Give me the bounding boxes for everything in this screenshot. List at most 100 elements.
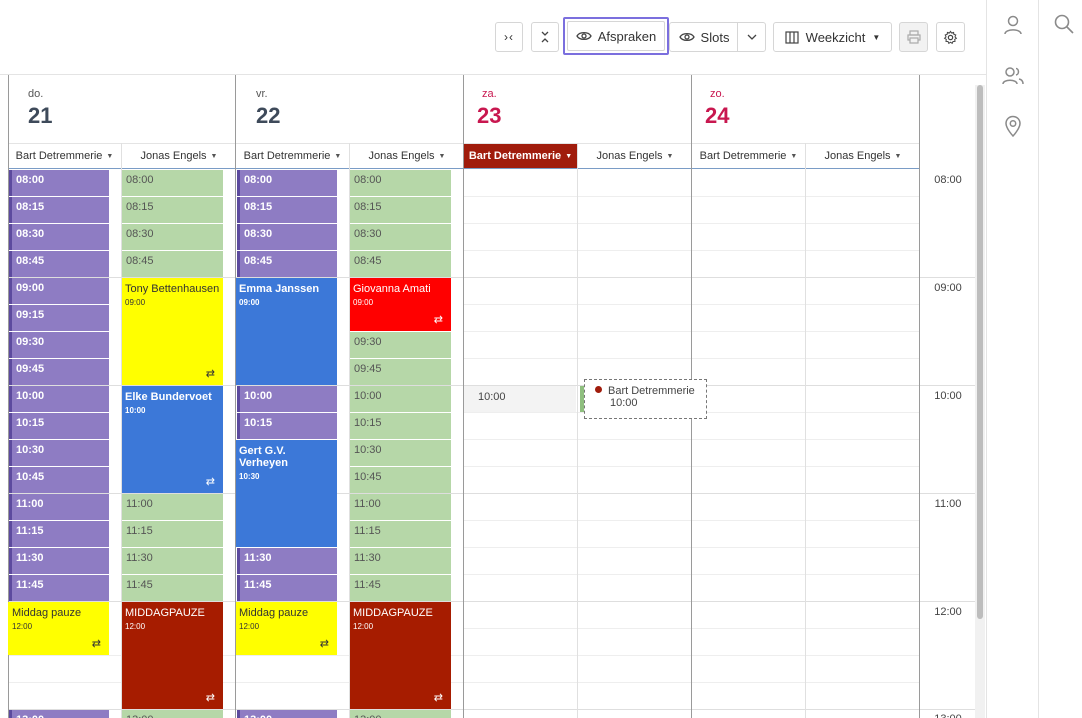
day-header-friday[interactable]: vr. 22 — [236, 75, 464, 143]
slot[interactable]: 13:00 — [237, 710, 337, 718]
slot[interactable]: 10:30 — [9, 440, 109, 466]
slot[interactable]: 08:45 — [9, 251, 109, 277]
slot[interactable]: 09:15 — [9, 305, 109, 331]
slot[interactable]: 08:30 — [9, 224, 109, 250]
user-button[interactable] — [1001, 13, 1025, 37]
slot[interactable]: 10:15 — [9, 413, 109, 439]
slot[interactable]: 10:15 — [350, 413, 451, 439]
slot[interactable]: 11:30 — [350, 548, 451, 574]
appointment-elke-bundervoet[interactable]: Elke Bundervoet 10:00 ⇄ — [122, 386, 223, 493]
vertical-scrollbar[interactable] — [975, 85, 985, 718]
grid-line — [464, 547, 920, 548]
slot[interactable]: 09:45 — [350, 359, 451, 385]
repeat-icon: ⇄ — [433, 692, 443, 704]
slot[interactable]: 11:45 — [122, 575, 223, 601]
slot[interactable]: 08:00 — [122, 170, 223, 196]
appointment-giovanna-amati[interactable]: Giovanna Amati 09:00 ⇄ — [350, 278, 451, 331]
slot[interactable]: 11:30 — [237, 548, 337, 574]
slot[interactable]: 08:30 — [122, 224, 223, 250]
columns-icon — [785, 30, 799, 44]
slot[interactable]: 11:15 — [350, 521, 451, 547]
users-button[interactable] — [1001, 64, 1025, 88]
resource-header-jonas-sat[interactable]: Jonas Engels ▼ — [578, 143, 692, 169]
grid-line — [464, 574, 920, 575]
resource-header-bart-thu[interactable]: Bart Detremmerie ▼ — [8, 143, 121, 169]
slot[interactable]: 08:30 — [237, 224, 337, 250]
appointment-emma-janssen[interactable]: Emma Janssen 09:00 — [236, 278, 337, 385]
slot[interactable]: 11:30 — [9, 548, 109, 574]
settings-button[interactable] — [936, 22, 965, 52]
appointment-middag-pauze[interactable]: Middag pauze 12:00 ⇄ — [8, 602, 109, 655]
appointment-gert-verheyen[interactable]: Gert G.V. Verheyen 10:30 — [236, 440, 337, 547]
slot[interactable]: 08:15 — [122, 197, 223, 223]
appointment-middagpauze[interactable]: MIDDAGPAUZE 12:00 ⇄ — [350, 602, 451, 709]
appointment-middagpauze[interactable]: MIDDAGPAUZE 12:00 ⇄ — [122, 602, 223, 709]
resource-header-jonas-thu[interactable]: Jonas Engels ▼ — [122, 143, 236, 169]
settings-icon — [943, 30, 958, 44]
slot[interactable]: 08:30 — [350, 224, 451, 250]
slot[interactable]: 10:00 — [350, 386, 451, 412]
appointment-title: Tony Bettenhausen — [125, 283, 220, 295]
slot[interactable]: 08:45 — [350, 251, 451, 277]
slot[interactable]: 08:45 — [122, 251, 223, 277]
scrollbar-thumb[interactable] — [977, 85, 983, 619]
expand-rows-button[interactable] — [531, 22, 559, 52]
slots-toggle-button[interactable]: Slots — [669, 22, 738, 52]
slot[interactable]: 11:45 — [350, 575, 451, 601]
view-select-button[interactable]: Weekzicht ▼ — [773, 22, 892, 52]
slots-dropdown-button[interactable] — [737, 22, 766, 52]
slot[interactable]: 10:15 — [237, 413, 337, 439]
slots-label: Slots — [700, 29, 730, 45]
slot[interactable]: 11:00 — [122, 494, 223, 520]
slot[interactable]: 09:30 — [9, 332, 109, 358]
collapse-columns-button[interactable]: ›‹ — [495, 22, 523, 52]
slot[interactable]: 13:00 — [9, 710, 109, 718]
appointment-time: 12:00 — [239, 622, 260, 631]
slot[interactable]: 11:45 — [9, 575, 109, 601]
resource-header-jonas-sun[interactable]: Jonas Engels ▼ — [806, 143, 920, 169]
slot[interactable]: 08:15 — [9, 197, 109, 223]
slot[interactable]: 08:45 — [237, 251, 337, 277]
grid-line — [464, 304, 920, 305]
resource-header-bart-sat[interactable]: Bart Detremmerie ▼ — [464, 143, 577, 169]
caret-down-icon: ▼ — [438, 152, 446, 160]
appointment-time: 09:00 — [125, 298, 146, 307]
slot[interactable]: 10:00 — [9, 386, 109, 412]
slot[interactable]: 11:00 — [9, 494, 109, 520]
slot[interactable]: 10:45 — [350, 467, 451, 493]
slot[interactable]: 11:30 — [122, 548, 223, 574]
slot[interactable]: 09:00 — [9, 278, 109, 304]
appointments-toggle-button[interactable]: Afspraken — [563, 17, 669, 55]
caret-down-icon: ▼ — [106, 152, 114, 160]
slot[interactable]: 09:45 — [9, 359, 109, 385]
location-button[interactable] — [1001, 114, 1025, 138]
slot[interactable]: 08:15 — [350, 197, 451, 223]
slot[interactable]: 10:00 — [237, 386, 337, 412]
print-button[interactable] — [899, 22, 928, 52]
slot[interactable]: 13:00 — [350, 710, 451, 718]
slot[interactable]: 10:30 — [350, 440, 451, 466]
slot[interactable]: 08:00 — [350, 170, 451, 196]
slot[interactable]: 11:15 — [9, 521, 109, 547]
day-header-saturday[interactable]: za. 23 — [464, 75, 692, 143]
drag-preview-tooltip: Bart Detremmerie 10:00 — [584, 379, 707, 419]
day-header-sunday[interactable]: zo. 24 — [692, 75, 920, 143]
slot[interactable]: 08:00 — [237, 170, 337, 196]
resource-header-bart-sun[interactable]: Bart Detremmerie ▼ — [692, 143, 805, 169]
slot[interactable]: 10:45 — [9, 467, 109, 493]
slot[interactable]: 08:15 — [237, 197, 337, 223]
appointment-middag-pauze[interactable]: Middag pauze 12:00 ⇄ — [236, 602, 337, 655]
slot[interactable]: 09:30 — [350, 332, 451, 358]
resource-header-bart-fri[interactable]: Bart Detremmerie ▼ — [236, 143, 349, 169]
slot[interactable]: 13:00 — [122, 710, 223, 718]
grid-line — [464, 358, 920, 359]
slot[interactable]: 11:15 — [122, 521, 223, 547]
hover-slot[interactable]: 10:00 — [464, 386, 576, 412]
slot[interactable]: 11:45 — [237, 575, 337, 601]
slot[interactable]: 11:00 — [350, 494, 451, 520]
slot[interactable]: 08:00 — [9, 170, 109, 196]
search-button[interactable] — [1053, 13, 1075, 35]
day-header-thursday[interactable]: do. 21 — [8, 75, 236, 143]
resource-header-jonas-fri[interactable]: Jonas Engels ▼ — [350, 143, 464, 169]
appointment-tony-bettenhausen[interactable]: Tony Bettenhausen 09:00 ⇄ — [122, 278, 223, 385]
